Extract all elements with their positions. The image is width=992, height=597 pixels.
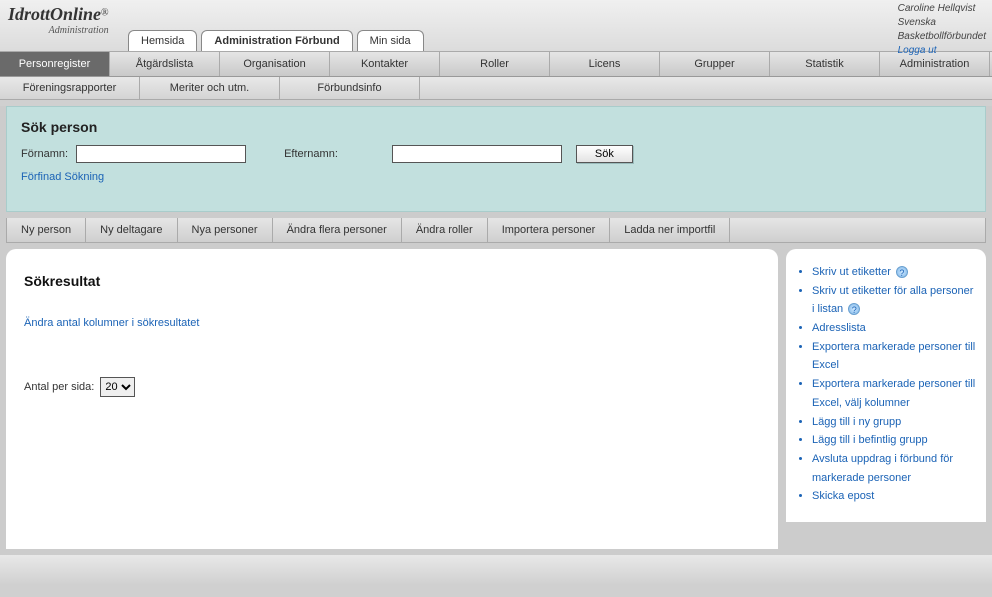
side-link-skicka-epost[interactable]: Skicka epost — [812, 490, 874, 502]
action-andra-flera[interactable]: Ändra flera personer — [273, 218, 402, 242]
side-link-befintlig-grupp[interactable]: Lägg till i befintlig grupp — [812, 434, 928, 446]
side-link-export-excel[interactable]: Exportera markerade personer till Excel — [812, 341, 975, 372]
logo-reg: ® — [101, 7, 109, 18]
action-nya-personer[interactable]: Nya personer — [178, 218, 273, 242]
side-link-etiketter-alla[interactable]: Skriv ut etiketter för alla personer i l… — [812, 285, 973, 316]
list-item: Lägg till i ny grupp — [812, 413, 976, 432]
logo-text: IdrottOnline — [8, 4, 101, 24]
side-panel: Skriv ut etiketter ? Skriv ut etiketter … — [786, 249, 986, 522]
help-icon[interactable]: ? — [848, 303, 860, 315]
content: Sök person Förnamn: Efternamn: Sök Förfi… — [0, 106, 992, 555]
menu-statistik[interactable]: Statistik — [770, 52, 880, 76]
search-title: Sök person — [21, 119, 971, 135]
action-ladda-ner[interactable]: Ladda ner importfil — [610, 218, 730, 242]
side-link-ny-grupp[interactable]: Lägg till i ny grupp — [812, 416, 901, 428]
search-button[interactable]: Sök — [576, 145, 633, 163]
menu-roller[interactable]: Roller — [440, 52, 550, 76]
per-page-row: Antal per sida: 20 — [24, 377, 760, 397]
menu-grupper[interactable]: Grupper — [660, 52, 770, 76]
list-item: Skriv ut etiketter ? — [812, 263, 976, 282]
action-andra-roller[interactable]: Ändra roller — [402, 218, 488, 242]
list-item: Avsluta uppdrag i förbund för markerade … — [812, 450, 976, 487]
logo: IdrottOnline® Administration — [8, 4, 109, 36]
user-name: Caroline Hellqvist — [898, 2, 986, 16]
user-info: Caroline Hellqvist Svenska Basketbollför… — [898, 2, 986, 58]
menu-kontakter[interactable]: Kontakter — [330, 52, 440, 76]
lname-input[interactable] — [392, 145, 562, 163]
tab-administration-forbund[interactable]: Administration Förbund — [201, 30, 352, 51]
action-ny-deltagare[interactable]: Ny deltagare — [86, 218, 177, 242]
list-item: Lägg till i befintlig grupp — [812, 431, 976, 450]
side-link-etiketter[interactable]: Skriv ut etiketter — [812, 266, 891, 278]
action-ny-person[interactable]: Ny person — [7, 218, 86, 242]
menu-atgardslista[interactable]: Åtgärdslista — [110, 52, 220, 76]
logout-link[interactable]: Logga ut — [898, 45, 937, 56]
side-link-adresslista[interactable]: Adresslista — [812, 322, 866, 334]
per-page-label: Antal per sida: — [24, 381, 94, 393]
top-tabs: Hemsida Administration Förbund Min sida — [128, 30, 424, 51]
menu-licens[interactable]: Licens — [550, 52, 660, 76]
menu-personregister[interactable]: Personregister — [0, 52, 110, 76]
side-link-export-excel-cols[interactable]: Exportera markerade personer till Excel,… — [812, 378, 975, 409]
columns: Sökresultat Ändra antal kolumner i sökre… — [6, 249, 986, 549]
action-importera[interactable]: Importera personer — [488, 218, 611, 242]
user-org1: Svenska — [898, 16, 986, 30]
per-page-select[interactable]: 20 — [100, 377, 135, 397]
list-item: Skriv ut etiketter för alla personer i l… — [812, 282, 976, 319]
tab-min-sida[interactable]: Min sida — [357, 30, 424, 51]
submenu-forbundsinfo[interactable]: Förbundsinfo — [280, 77, 420, 99]
search-form: Förnamn: Efternamn: Sök — [21, 145, 971, 163]
change-columns-link[interactable]: Ändra antal kolumner i sökresultatet — [24, 317, 199, 329]
list-item: Exportera markerade personer till Excel — [812, 338, 976, 375]
fname-label: Förnamn: — [21, 148, 68, 160]
tab-hemsida[interactable]: Hemsida — [128, 30, 197, 51]
side-link-avsluta-uppdrag[interactable]: Avsluta uppdrag i förbund för markerade … — [812, 453, 953, 484]
side-links-list: Skriv ut etiketter ? Skriv ut etiketter … — [796, 263, 976, 506]
results-title: Sökresultat — [24, 273, 760, 289]
submenu-foreningsrapporter[interactable]: Föreningsrapporter — [0, 77, 140, 99]
sub-menu: Föreningsrapporter Meriter och utm. Förb… — [0, 77, 992, 100]
user-org2: Basketbollförbundet — [898, 30, 986, 44]
lname-label: Efternamn: — [284, 148, 338, 160]
top-bar: IdrottOnline® Administration Caroline He… — [0, 0, 992, 52]
main-menu: Personregister Åtgärdslista Organisation… — [0, 52, 992, 77]
menu-organisation[interactable]: Organisation — [220, 52, 330, 76]
help-icon[interactable]: ? — [896, 266, 908, 278]
submenu-meriter[interactable]: Meriter och utm. — [140, 77, 280, 99]
refined-search-link[interactable]: Förfinad Sökning — [21, 171, 104, 183]
search-panel: Sök person Förnamn: Efternamn: Sök Förfi… — [6, 106, 986, 212]
results-panel: Sökresultat Ändra antal kolumner i sökre… — [6, 249, 778, 549]
logo-subtitle: Administration — [8, 25, 109, 36]
fname-input[interactable] — [76, 145, 246, 163]
action-bar: Ny person Ny deltagare Nya personer Ändr… — [6, 218, 986, 243]
list-item: Exportera markerade personer till Excel,… — [812, 375, 976, 412]
list-item: Skicka epost — [812, 487, 976, 506]
list-item: Adresslista — [812, 319, 976, 338]
